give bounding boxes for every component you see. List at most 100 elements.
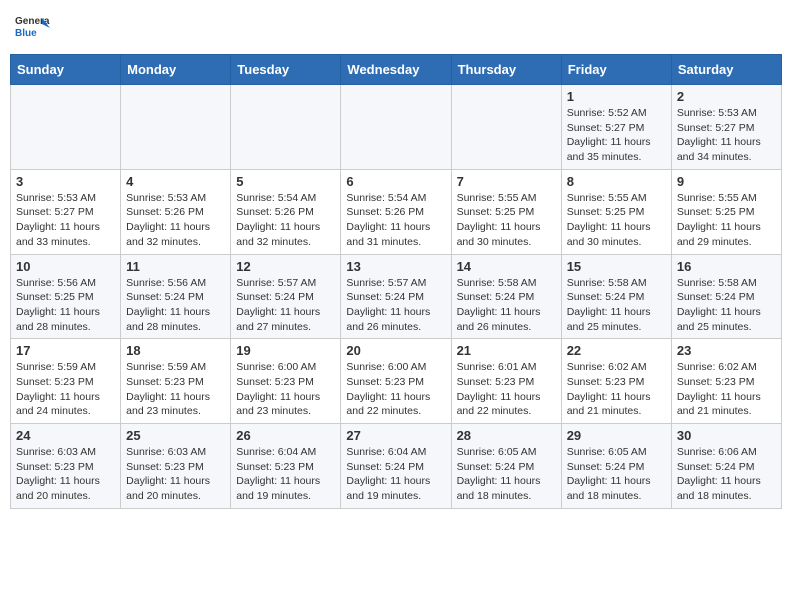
day-info: Sunrise: 5:55 AM Sunset: 5:25 PM Dayligh… [567, 191, 666, 250]
header-tuesday: Tuesday [231, 55, 341, 85]
day-number: 26 [236, 428, 335, 443]
day-info: Sunrise: 6:00 AM Sunset: 5:23 PM Dayligh… [236, 360, 335, 419]
day-info: Sunrise: 5:55 AM Sunset: 5:25 PM Dayligh… [677, 191, 776, 250]
header-saturday: Saturday [671, 55, 781, 85]
day-number: 22 [567, 343, 666, 358]
calendar-cell [451, 85, 561, 170]
calendar-cell: 25 Sunrise: 6:03 AM Sunset: 5:23 PM Dayli… [121, 424, 231, 509]
header-sunday: Sunday [11, 55, 121, 85]
day-number: 28 [457, 428, 556, 443]
calendar-cell [121, 85, 231, 170]
day-number: 19 [236, 343, 335, 358]
calendar-cell: 29 Sunrise: 6:05 AM Sunset: 5:24 PM Dayli… [561, 424, 671, 509]
logo-svg: General Blue [14, 10, 50, 46]
day-number: 21 [457, 343, 556, 358]
day-number: 7 [457, 174, 556, 189]
day-number: 20 [346, 343, 445, 358]
day-info: Sunrise: 6:02 AM Sunset: 5:23 PM Dayligh… [567, 360, 666, 419]
day-info: Sunrise: 5:56 AM Sunset: 5:24 PM Dayligh… [126, 276, 225, 335]
calendar-cell: 13 Sunrise: 5:57 AM Sunset: 5:24 PM Dayli… [341, 254, 451, 339]
day-info: Sunrise: 5:53 AM Sunset: 5:27 PM Dayligh… [677, 106, 776, 165]
calendar-cell: 7 Sunrise: 5:55 AM Sunset: 5:25 PM Daylig… [451, 169, 561, 254]
day-info: Sunrise: 5:53 AM Sunset: 5:26 PM Dayligh… [126, 191, 225, 250]
day-info: Sunrise: 6:05 AM Sunset: 5:24 PM Dayligh… [457, 445, 556, 504]
calendar-cell: 5 Sunrise: 5:54 AM Sunset: 5:26 PM Daylig… [231, 169, 341, 254]
week-row-3: 10Sunrise: 5:56 AM Sunset: 5:25 PM Dayli… [11, 254, 782, 339]
calendar-cell [11, 85, 121, 170]
calendar-cell: 9 Sunrise: 5:55 AM Sunset: 5:25 PM Daylig… [671, 169, 781, 254]
calendar-header-row: SundayMondayTuesdayWednesdayThursdayFrid… [11, 55, 782, 85]
day-info: Sunrise: 5:58 AM Sunset: 5:24 PM Dayligh… [567, 276, 666, 335]
day-info: Sunrise: 5:54 AM Sunset: 5:26 PM Dayligh… [236, 191, 335, 250]
day-info: Sunrise: 6:02 AM Sunset: 5:23 PM Dayligh… [677, 360, 776, 419]
week-row-4: 17 Sunrise: 5:59 AM Sunset: 5:23 PM Dayli… [11, 339, 782, 424]
day-info: Sunrise: 6:05 AM Sunset: 5:24 PM Dayligh… [567, 445, 666, 504]
calendar-cell: 3 Sunrise: 5:53 AM Sunset: 5:27 PM Daylig… [11, 169, 121, 254]
day-info: Sunrise: 6:04 AM Sunset: 5:24 PM Dayligh… [346, 445, 445, 504]
calendar-cell: 23 Sunrise: 6:02 AM Sunset: 5:23 PM Dayli… [671, 339, 781, 424]
day-info: Sunrise: 5:55 AM Sunset: 5:25 PM Dayligh… [457, 191, 556, 250]
day-number: 13 [346, 259, 445, 274]
calendar-cell: 14Sunrise: 5:58 AM Sunset: 5:24 PM Dayli… [451, 254, 561, 339]
day-number: 15 [567, 259, 666, 274]
calendar-cell: 4 Sunrise: 5:53 AM Sunset: 5:26 PM Daylig… [121, 169, 231, 254]
calendar-cell: 12Sunrise: 5:57 AM Sunset: 5:24 PM Dayli… [231, 254, 341, 339]
day-number: 14 [457, 259, 556, 274]
day-info: Sunrise: 6:00 AM Sunset: 5:23 PM Dayligh… [346, 360, 445, 419]
calendar-cell: 15 Sunrise: 5:58 AM Sunset: 5:24 PM Dayli… [561, 254, 671, 339]
calendar-cell: 6Sunrise: 5:54 AM Sunset: 5:26 PM Daylig… [341, 169, 451, 254]
day-number: 1 [567, 89, 666, 104]
day-info: Sunrise: 5:59 AM Sunset: 5:23 PM Dayligh… [16, 360, 115, 419]
day-info: Sunrise: 5:59 AM Sunset: 5:23 PM Dayligh… [126, 360, 225, 419]
day-info: Sunrise: 5:52 AM Sunset: 5:27 PM Dayligh… [567, 106, 666, 165]
header-monday: Monday [121, 55, 231, 85]
day-number: 16 [677, 259, 776, 274]
week-row-5: 24 Sunrise: 6:03 AM Sunset: 5:23 PM Dayli… [11, 424, 782, 509]
day-number: 25 [126, 428, 225, 443]
calendar-cell: 21Sunrise: 6:01 AM Sunset: 5:23 PM Dayli… [451, 339, 561, 424]
day-info: Sunrise: 5:58 AM Sunset: 5:24 PM Dayligh… [677, 276, 776, 335]
calendar-cell: 27 Sunrise: 6:04 AM Sunset: 5:24 PM Dayli… [341, 424, 451, 509]
day-info: Sunrise: 5:56 AM Sunset: 5:25 PM Dayligh… [16, 276, 115, 335]
day-number: 4 [126, 174, 225, 189]
calendar-cell: 19 Sunrise: 6:00 AM Sunset: 5:23 PM Dayli… [231, 339, 341, 424]
day-number: 8 [567, 174, 666, 189]
day-number: 29 [567, 428, 666, 443]
calendar-cell [341, 85, 451, 170]
calendar-cell: 8 Sunrise: 5:55 AM Sunset: 5:25 PM Daylig… [561, 169, 671, 254]
day-info: Sunrise: 6:06 AM Sunset: 5:24 PM Dayligh… [677, 445, 776, 504]
calendar-cell: 10Sunrise: 5:56 AM Sunset: 5:25 PM Dayli… [11, 254, 121, 339]
day-number: 11 [126, 259, 225, 274]
day-info: Sunrise: 5:53 AM Sunset: 5:27 PM Dayligh… [16, 191, 115, 250]
calendar-cell: 1 Sunrise: 5:52 AM Sunset: 5:27 PM Daylig… [561, 85, 671, 170]
day-number: 12 [236, 259, 335, 274]
calendar-cell: 18 Sunrise: 5:59 AM Sunset: 5:23 PM Dayli… [121, 339, 231, 424]
calendar-cell: 20 Sunrise: 6:00 AM Sunset: 5:23 PM Dayli… [341, 339, 451, 424]
day-number: 2 [677, 89, 776, 104]
header-wednesday: Wednesday [341, 55, 451, 85]
day-info: Sunrise: 5:57 AM Sunset: 5:24 PM Dayligh… [346, 276, 445, 335]
header-thursday: Thursday [451, 55, 561, 85]
day-number: 30 [677, 428, 776, 443]
header-friday: Friday [561, 55, 671, 85]
day-number: 17 [16, 343, 115, 358]
calendar-cell: 24 Sunrise: 6:03 AM Sunset: 5:23 PM Dayli… [11, 424, 121, 509]
day-info: Sunrise: 6:03 AM Sunset: 5:23 PM Dayligh… [16, 445, 115, 504]
day-number: 9 [677, 174, 776, 189]
day-number: 24 [16, 428, 115, 443]
day-number: 3 [16, 174, 115, 189]
day-number: 27 [346, 428, 445, 443]
calendar-cell: 16 Sunrise: 5:58 AM Sunset: 5:24 PM Dayli… [671, 254, 781, 339]
calendar-cell: 17 Sunrise: 5:59 AM Sunset: 5:23 PM Dayli… [11, 339, 121, 424]
calendar-cell: 28 Sunrise: 6:05 AM Sunset: 5:24 PM Dayli… [451, 424, 561, 509]
day-number: 23 [677, 343, 776, 358]
day-info: Sunrise: 5:54 AM Sunset: 5:26 PM Dayligh… [346, 191, 445, 250]
svg-text:Blue: Blue [15, 28, 37, 39]
week-row-1: 1 Sunrise: 5:52 AM Sunset: 5:27 PM Daylig… [11, 85, 782, 170]
day-info: Sunrise: 6:03 AM Sunset: 5:23 PM Dayligh… [126, 445, 225, 504]
day-number: 18 [126, 343, 225, 358]
calendar-cell: 26Sunrise: 6:04 AM Sunset: 5:23 PM Dayli… [231, 424, 341, 509]
calendar-cell: 2 Sunrise: 5:53 AM Sunset: 5:27 PM Daylig… [671, 85, 781, 170]
day-number: 5 [236, 174, 335, 189]
calendar-table: SundayMondayTuesdayWednesdayThursdayFrid… [10, 54, 782, 509]
